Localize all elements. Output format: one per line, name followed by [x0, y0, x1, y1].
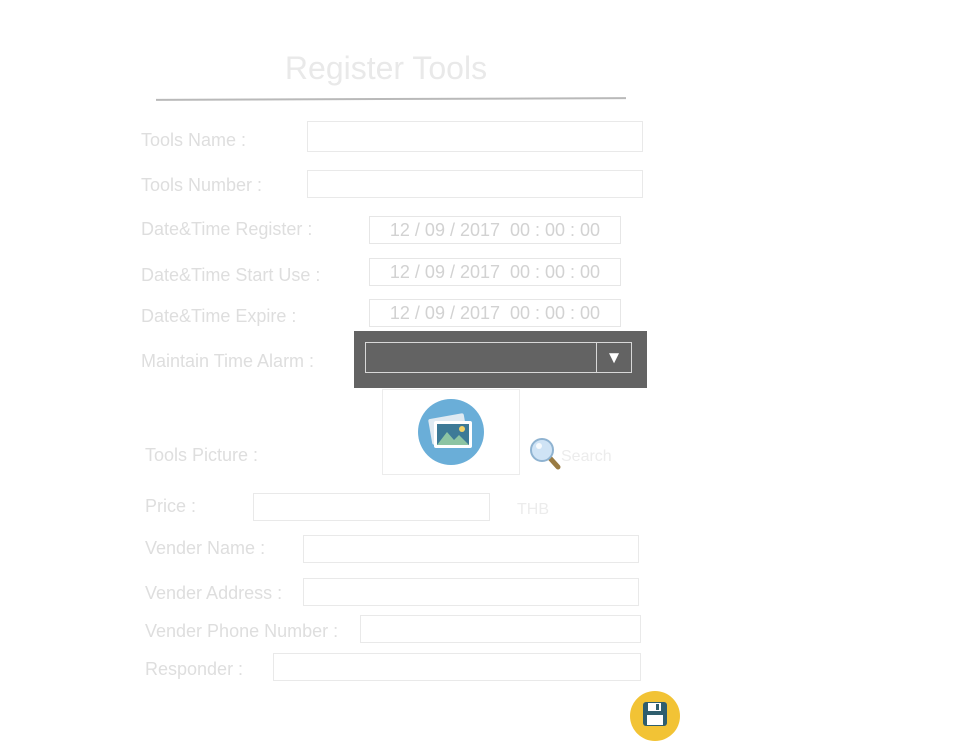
maintain-alarm-select[interactable]: ▼ [365, 342, 632, 373]
tools-number-input[interactable] [307, 170, 643, 198]
responder-label: Responder : [145, 659, 244, 679]
start-use-datetime-label: Date&Time Start Use : [141, 265, 321, 285]
price-label: Price : [145, 496, 197, 516]
dropdown-arrow-icon[interactable]: ▼ [596, 343, 631, 372]
floppy-disk-icon [643, 702, 667, 726]
start-use-datetime-input[interactable]: 12 / 09 / 2017 00 : 00 : 00 [369, 258, 621, 286]
currency-label: THB [517, 501, 549, 518]
search-label[interactable]: Search [561, 448, 612, 466]
page-title: Register Tools [284, 50, 488, 86]
tools-picture-label: Tools Picture : [145, 445, 259, 465]
image-icon [418, 399, 484, 465]
price-input[interactable] [253, 493, 490, 521]
register-datetime-label: Date&Time Register : [141, 219, 313, 239]
magnifier-icon[interactable] [528, 436, 562, 470]
tools-picture-box[interactable] [382, 389, 520, 475]
vender-phone-input[interactable] [360, 615, 641, 643]
tools-name-label: Tools Name : [141, 130, 247, 150]
vender-phone-label: Vender Phone Number : [145, 621, 339, 641]
save-button[interactable] [630, 691, 680, 741]
responder-input[interactable] [273, 653, 641, 681]
expire-datetime-label: Date&Time Expire : [141, 306, 297, 326]
vender-address-label: Vender Address : [145, 583, 283, 603]
register-datetime-input[interactable]: 12 / 09 / 2017 00 : 00 : 00 [369, 216, 621, 244]
tools-number-label: Tools Number : [141, 175, 263, 195]
title-underline [155, 97, 627, 101]
vender-name-input[interactable] [303, 535, 639, 563]
tools-name-input[interactable] [307, 121, 643, 152]
maintain-alarm-label: Maintain Time Alarm : [141, 351, 315, 371]
vender-address-input[interactable] [303, 578, 639, 606]
expire-datetime-input[interactable]: 12 / 09 / 2017 00 : 00 : 00 [369, 299, 621, 327]
vender-name-label: Vender Name : [145, 538, 266, 558]
